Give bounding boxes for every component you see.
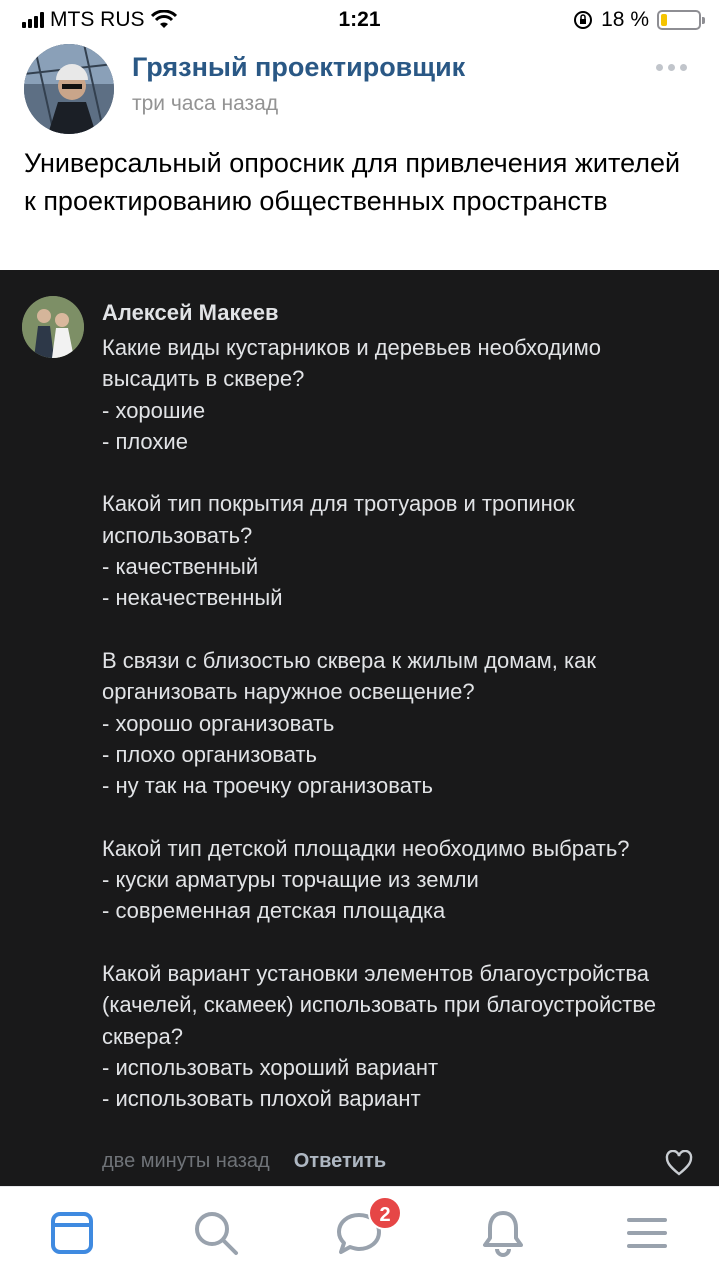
- news-icon[interactable]: [48, 1209, 96, 1257]
- rotation-lock-icon: [574, 11, 593, 29]
- post: Грязный проектировщик три часа назад Уни…: [0, 40, 719, 270]
- more-icon[interactable]: [656, 64, 687, 71]
- notifications-icon[interactable]: [479, 1209, 527, 1257]
- messages-badge: 2: [368, 1196, 402, 1230]
- comment-text: Какие виды кустарников и деревьев необхо…: [102, 335, 657, 1112]
- reply-button: Ответить: [293, 1150, 387, 1172]
- comment-time: две минуты назад: [102, 1150, 270, 1172]
- battery-percent: 18 %: [601, 8, 649, 31]
- heart-icon: [665, 1150, 693, 1176]
- tab-bar: [0, 1186, 719, 1280]
- comment-avatar: [22, 296, 84, 358]
- battery-group: 18 %: [573, 8, 705, 32]
- status-bar: MTS RUS 1:21 18 %: [0, 0, 719, 40]
- battery-level: [661, 14, 668, 26]
- screen: MTS RUS 1:21 18 % Грязный проектировщик …: [0, 0, 719, 1280]
- post-text: Универсальный опросник для привлечения ж…: [24, 148, 681, 216]
- menu-icon[interactable]: [623, 1209, 671, 1257]
- author-avatar[interactable]: [24, 44, 114, 134]
- post-author[interactable]: Грязный проектировщик: [132, 52, 465, 83]
- post-image[interactable]: Алексей Макеев Какие виды кустарников и …: [0, 270, 719, 1186]
- comment-footer: две минуты назад Ответить: [102, 1150, 386, 1173]
- comment-author: Алексей Макеев: [102, 300, 279, 325]
- battery-icon: [657, 10, 705, 30]
- search-icon[interactable]: [192, 1209, 240, 1257]
- post-time[interactable]: три часа назад: [132, 92, 278, 116]
